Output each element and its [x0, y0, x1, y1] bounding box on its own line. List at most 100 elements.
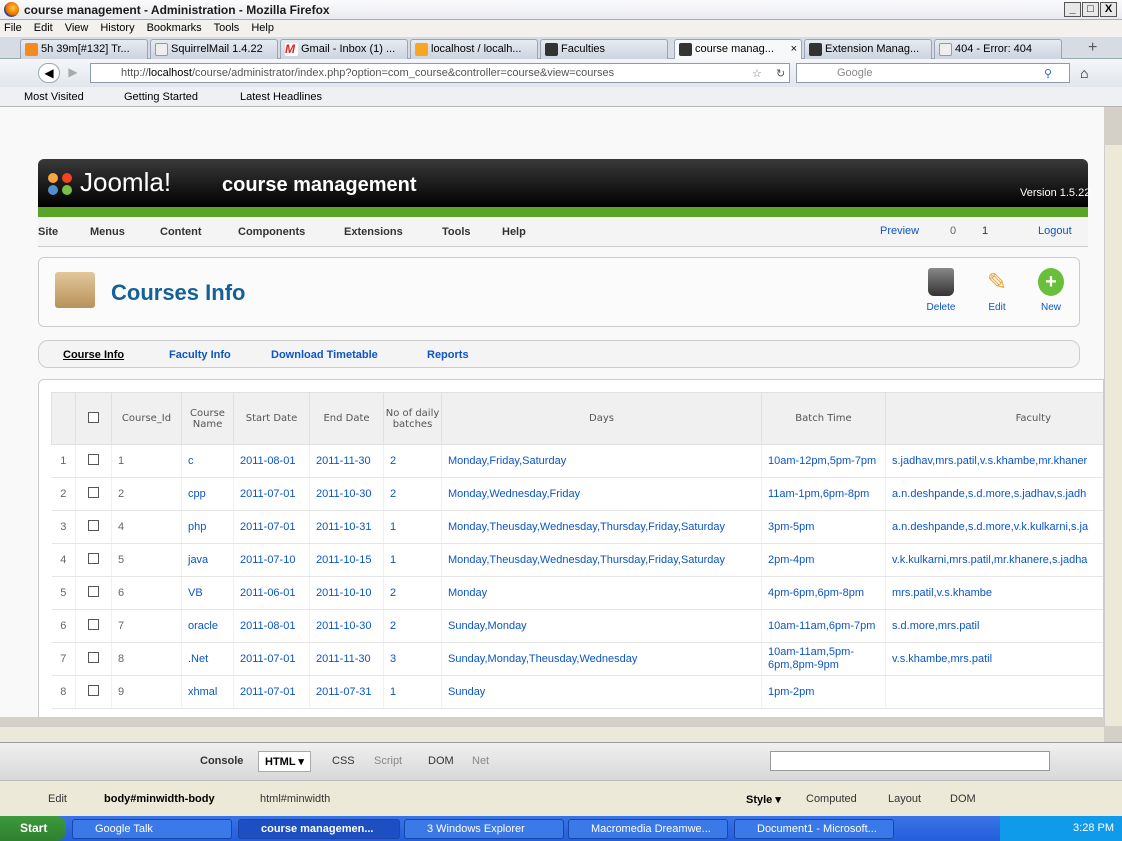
start-date-link[interactable]: 2011-07-01	[233, 642, 310, 676]
batch-time-link[interactable]: 4pm-6pm,6pm-8pm	[761, 576, 886, 610]
url-bar[interactable]: http://localhost/course/administrator/in…	[90, 63, 790, 83]
batches-link[interactable]: 3	[383, 642, 442, 676]
menu-tools[interactable]: Tools	[442, 226, 471, 238]
vertical-scrollbar[interactable]	[1104, 145, 1122, 726]
tab-faculties[interactable]: Faculties	[540, 39, 668, 59]
faculty-link[interactable]: mrs.patil,v.s.khambe	[885, 576, 1103, 610]
firebug-computed-tab[interactable]: Computed	[806, 793, 857, 805]
tab-squirrelmail[interactable]: SquirrelMail 1.4.22	[150, 39, 278, 59]
row-checkbox[interactable]	[75, 576, 112, 610]
start-date-link[interactable]: 2011-08-01	[233, 444, 310, 478]
home-icon[interactable]: ⌂	[1080, 65, 1088, 81]
course-name-link[interactable]: xhmal	[181, 675, 234, 709]
days-link[interactable]: Sunday	[441, 675, 762, 709]
subnav-download-timetable[interactable]: Download Timetable	[271, 349, 378, 361]
header-course-name[interactable]: Course Name	[181, 392, 234, 445]
menu-extensions[interactable]: Extensions	[344, 226, 403, 238]
end-date-link[interactable]: 2011-10-15	[309, 543, 384, 577]
forward-button[interactable]: ▶	[62, 63, 84, 83]
faculty-link[interactable]: a.n.deshpande,s.d.more,v.k.kulkarni,s.ja	[885, 510, 1103, 544]
menu-content[interactable]: Content	[160, 226, 202, 238]
faculty-link[interactable]: v.k.kulkarni,mrs.patil,mr.khanere,s.jadh…	[885, 543, 1103, 577]
header-daily-batches[interactable]: No of daily batches	[383, 392, 442, 445]
start-button[interactable]: Start	[0, 816, 66, 841]
batch-time-link[interactable]: 10am-11am,6pm-7pm	[761, 609, 886, 643]
subnav-faculty-info[interactable]: Faculty Info	[169, 349, 231, 361]
taskbar-windows-explorer[interactable]: 3 Windows Explorer	[404, 819, 564, 839]
batch-time-link[interactable]: 3pm-5pm	[761, 510, 886, 544]
batch-time-link[interactable]: 2pm-4pm	[761, 543, 886, 577]
taskbar-google-talk[interactable]: Google Talk	[72, 819, 232, 839]
bookmark-latest-headlines[interactable]: Latest Headlines	[240, 91, 322, 103]
row-checkbox[interactable]	[75, 510, 112, 544]
header-start-date[interactable]: Start Date	[233, 392, 310, 445]
users-online-count[interactable]: 1	[982, 225, 988, 237]
menu-help[interactable]: Help	[247, 20, 282, 34]
maximize-button[interactable]: □	[1082, 2, 1099, 17]
header-course-id[interactable]: Course_Id	[111, 392, 182, 445]
clock[interactable]: 3:28 PM	[1073, 822, 1114, 834]
course-name-link[interactable]: java	[181, 543, 234, 577]
batch-time-link[interactable]: 10am-12pm,5pm-7pm	[761, 444, 886, 478]
tab-course-management[interactable]: course manag... ×	[674, 39, 802, 59]
batches-link[interactable]: 2	[383, 576, 442, 610]
menu-bookmarks[interactable]: Bookmarks	[143, 20, 210, 34]
logout-link[interactable]: Logout	[1024, 225, 1072, 237]
firebug-tab-html[interactable]: HTML ▾	[258, 751, 311, 772]
subnav-course-info[interactable]: Course Info	[63, 349, 124, 361]
menu-tools[interactable]: Tools	[210, 20, 248, 34]
row-checkbox[interactable]	[75, 675, 112, 709]
menu-file[interactable]: File	[0, 20, 30, 34]
tab-gmail[interactable]: M Gmail - Inbox (1) ...	[280, 39, 408, 59]
new-button[interactable]: + New	[1031, 268, 1071, 313]
batch-time-link[interactable]: 1pm-2pm	[761, 675, 886, 709]
course-name-link[interactable]: cpp	[181, 477, 234, 511]
end-date-link[interactable]: 2011-10-30	[309, 477, 384, 511]
tab-extension-manager[interactable]: Extension Manag...	[804, 39, 932, 59]
tab-close-icon[interactable]: ×	[791, 40, 797, 58]
row-checkbox[interactable]	[75, 543, 112, 577]
new-tab-button[interactable]: +	[1088, 39, 1097, 57]
batches-link[interactable]: 2	[383, 444, 442, 478]
days-link[interactable]: Monday,Theusday,Wednesday,Thursday,Frida…	[441, 510, 762, 544]
menu-view[interactable]: View	[61, 20, 97, 34]
days-link[interactable]: Sunday,Monday,Theusday,Wednesday	[441, 642, 762, 676]
select-all-checkbox[interactable]	[75, 392, 112, 445]
firebug-search-input[interactable]	[770, 751, 1050, 771]
horizontal-scrollbar[interactable]	[0, 726, 1104, 742]
preview-link[interactable]: Preview	[860, 225, 919, 237]
menu-help[interactable]: Help	[502, 226, 526, 238]
batches-link[interactable]: 2	[383, 477, 442, 511]
days-link[interactable]: Sunday,Monday	[441, 609, 762, 643]
header-faculty[interactable]: Faculty	[885, 392, 1103, 445]
firebug-tab-net[interactable]: Net	[472, 755, 489, 767]
start-date-link[interactable]: 2011-07-01	[233, 510, 310, 544]
firebug-path-body[interactable]: body#minwidth-body	[104, 793, 215, 805]
header-batch-time[interactable]: Batch Time	[761, 392, 886, 445]
subnav-reports[interactable]: Reports	[427, 349, 469, 361]
start-date-link[interactable]: 2011-07-01	[233, 675, 310, 709]
firebug-tab-css[interactable]: CSS	[332, 755, 355, 767]
row-checkbox[interactable]	[75, 444, 112, 478]
start-date-link[interactable]: 2011-07-10	[233, 543, 310, 577]
tab-phpmyadmin[interactable]: localhost / localh...	[410, 39, 538, 59]
search-input[interactable]: Google	[796, 63, 1070, 83]
firebug-tab-script[interactable]: Script	[374, 755, 402, 767]
menu-menus[interactable]: Menus	[90, 226, 125, 238]
days-link[interactable]: Monday,Wednesday,Friday	[441, 477, 762, 511]
firebug-dom-tab[interactable]: DOM	[950, 793, 976, 805]
end-date-link[interactable]: 2011-11-30	[309, 642, 384, 676]
end-date-link[interactable]: 2011-10-30	[309, 609, 384, 643]
taskbar-firefox[interactable]: course managemen...	[238, 819, 400, 839]
bookmark-star-icon[interactable]: ☆	[752, 67, 762, 80]
firebug-edit-button[interactable]: Edit	[48, 793, 67, 805]
faculty-link[interactable]	[885, 675, 1103, 709]
delete-button[interactable]: Delete	[921, 268, 961, 313]
taskbar-word[interactable]: Document1 - Microsoft...	[734, 819, 894, 839]
batch-time-link[interactable]: 10am-11am,5pm-6pm,8pm-9pm	[761, 642, 886, 676]
faculty-link[interactable]: v.s.khambe,mrs.patil	[885, 642, 1103, 676]
faculty-link[interactable]: s.jadhav,mrs.patil,v.s.khambe,mr.khaner	[885, 444, 1103, 478]
back-button[interactable]: ◀	[38, 63, 60, 83]
bookmark-getting-started[interactable]: Getting Started	[124, 91, 198, 103]
batches-link[interactable]: 1	[383, 543, 442, 577]
